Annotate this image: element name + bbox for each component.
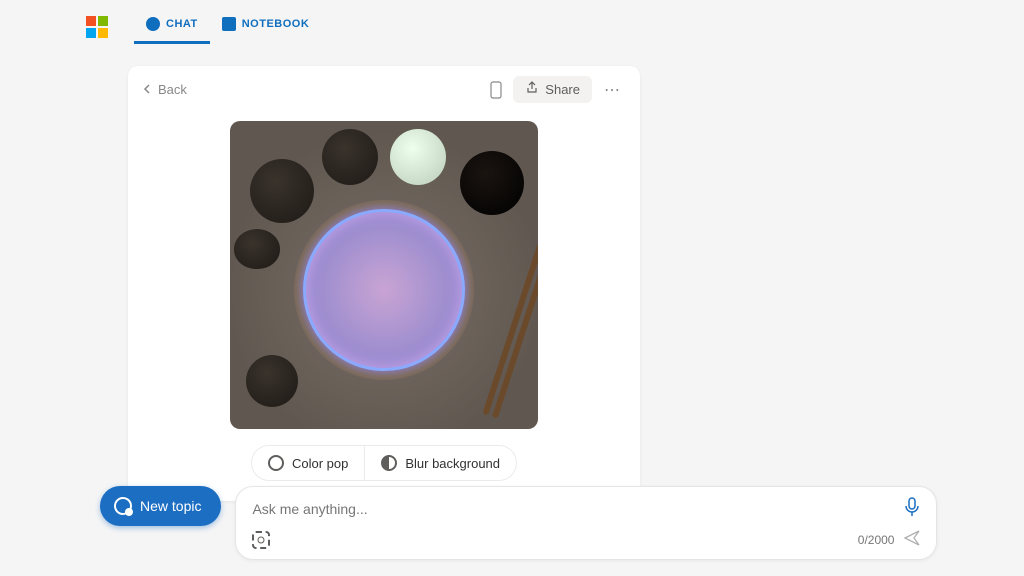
visual-search-button[interactable]	[252, 531, 270, 549]
more-options-button[interactable]: ⋯	[600, 80, 626, 100]
tab-notebook[interactable]: NOTEBOOK	[210, 11, 322, 44]
back-button[interactable]: Back	[142, 82, 187, 97]
chopsticks	[482, 242, 538, 415]
tab-notebook-label: NOTEBOOK	[242, 18, 310, 30]
send-button[interactable]	[904, 530, 920, 549]
generated-image-wrap	[128, 113, 640, 429]
blur-background-button[interactable]: Blur background	[364, 446, 516, 480]
share-label: Share	[545, 82, 580, 97]
generated-image[interactable]	[230, 121, 538, 429]
tab-chat[interactable]: CHAT	[134, 11, 210, 44]
mobile-preview-button[interactable]	[487, 81, 505, 99]
color-pop-label: Color pop	[292, 456, 348, 471]
share-button[interactable]: Share	[513, 76, 592, 103]
mode-tabs: CHAT NOTEBOOK	[134, 11, 321, 44]
notebook-icon	[222, 17, 236, 31]
character-count: 0/2000	[858, 533, 895, 547]
tab-chat-label: CHAT	[166, 18, 198, 30]
new-topic-label: New topic	[140, 498, 201, 514]
color-pop-icon	[268, 455, 284, 471]
image-panel: Back Share ⋯ C	[128, 66, 640, 501]
share-icon	[525, 81, 539, 98]
back-label: Back	[158, 82, 187, 97]
compose-box: 0/2000	[235, 486, 937, 560]
new-topic-button[interactable]: New topic	[100, 486, 221, 526]
microphone-button[interactable]	[904, 497, 920, 520]
color-pop-button[interactable]: Color pop	[252, 446, 364, 480]
new-topic-icon	[114, 497, 132, 515]
panel-header: Back Share ⋯	[128, 66, 640, 113]
message-input[interactable]	[252, 501, 904, 517]
blur-background-label: Blur background	[405, 456, 500, 471]
blur-background-icon	[381, 455, 397, 471]
chat-bubble-icon	[146, 17, 160, 31]
microsoft-logo[interactable]	[86, 16, 108, 38]
chevron-left-icon	[142, 82, 152, 97]
image-selection-mask[interactable]	[303, 209, 465, 371]
